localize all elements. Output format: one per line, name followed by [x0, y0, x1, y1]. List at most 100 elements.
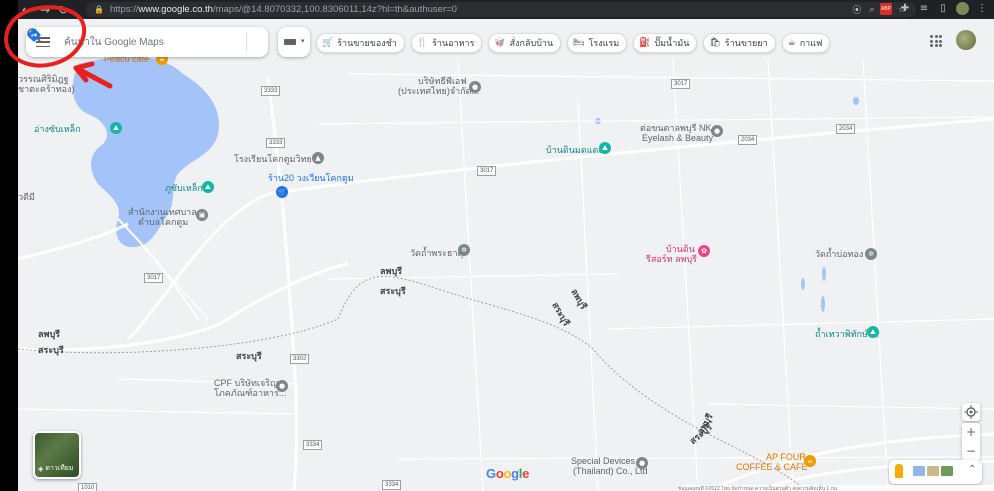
place-label[interactable]: โภคภัณฑ์อาหาร... [214, 388, 286, 398]
beauty-pin-icon[interactable]: ● [711, 125, 723, 137]
zoom-out-button[interactable]: − [962, 442, 980, 461]
chip-coffee[interactable]: ☕ กาแฟ [781, 33, 831, 53]
lock-icon: 🔒 [94, 5, 104, 14]
place-label[interactable]: CPF บริษัทเจริญ [214, 378, 278, 388]
map-canvas[interactable]: 3333 3333 3017 3017 3017 2034 2034 3302 … [18, 19, 994, 491]
satellite-layer-button[interactable]: ◈ ดาวเทียม [33, 431, 81, 479]
reload-icon[interactable]: ↻ [54, 3, 72, 17]
location-icon[interactable]: ⦿ [852, 3, 861, 16]
profile-avatar[interactable] [956, 2, 969, 15]
place-label[interactable]: Eyelash & Beauty [642, 133, 713, 143]
place-label[interactable]: อ่างซับเหล็ก [34, 124, 81, 134]
place-label[interactable]: ชาตะคร้าทอง) [18, 84, 74, 94]
business-pin-icon[interactable]: ● [469, 81, 481, 93]
place-label[interactable]: บ้านดิน [666, 244, 695, 254]
place-label[interactable]: ถ้ำเทวาพิทักษ์ [815, 329, 868, 339]
road-shield: 3017 [144, 273, 164, 283]
browser-menu-icon[interactable]: ⋮ [976, 3, 988, 15]
temple-pin-icon[interactable]: ✲ [458, 244, 470, 256]
zoom-lens-icon[interactable]: ⌕ [869, 5, 874, 15]
zoom-controls: + − [962, 423, 980, 461]
place-label[interactable]: สำนักงานเทศบาล [128, 207, 197, 217]
shopping-bag-icon: 🛍 [709, 38, 721, 48]
temple-pin-icon[interactable]: ✲ [865, 248, 877, 260]
hotel-pin-icon[interactable]: ✿ [698, 245, 710, 257]
place-label[interactable]: COFFEE & CAFE [736, 462, 808, 472]
place-label[interactable]: วัดถ้ำพระธาตุ [410, 248, 463, 258]
place-label[interactable]: บริษัทธีพีเอฟ [418, 76, 467, 86]
forward-icon[interactable]: → [36, 3, 54, 17]
google-apps-icon[interactable] [930, 35, 942, 47]
school-pin-icon[interactable]: ▲ [312, 152, 324, 164]
place-label[interactable]: ภูซับเหล็ก [165, 183, 203, 193]
place-label[interactable]: ร้าน20 วงเวียนโคกตูม [268, 173, 354, 183]
fork-knife-icon: 🍴 [416, 38, 429, 48]
directions-icon[interactable] [26, 27, 42, 43]
road-shield: 1010 [78, 483, 98, 491]
gas-pump-icon: ⛽ [639, 38, 651, 48]
park-pin-icon[interactable]: ⛰ [867, 326, 879, 338]
province-label: สระบุรี [236, 351, 262, 361]
layers-panel: ⌃ [889, 460, 982, 484]
business-pin-icon[interactable]: ● [276, 380, 288, 392]
layers-toggle-button[interactable]: ▾ [278, 27, 310, 57]
place-label[interactable]: Special Devices [571, 456, 635, 466]
back-icon[interactable]: ← [18, 3, 36, 17]
chip-restaurant[interactable]: 🍴 ร้านอาหาร [410, 33, 483, 53]
zoom-in-button[interactable]: + [962, 423, 980, 442]
reading-list-icon[interactable]: ≡ [918, 3, 930, 15]
place-label[interactable]: วัดถ้ำบ่อทอง [815, 249, 863, 259]
bed-icon: 🛏 [573, 38, 585, 48]
terrain-layer-icon[interactable] [927, 466, 939, 476]
park-pin-icon[interactable]: ⛰ [202, 181, 214, 193]
government-pin-icon[interactable]: ▣ [196, 209, 208, 221]
chip-takeout[interactable]: 🥡 สั่งกลับบ้าน [488, 33, 562, 53]
road-shield: 3333 [266, 138, 286, 148]
road-shield: 2034 [836, 124, 856, 134]
cart-icon: 🛒 [322, 38, 334, 48]
chip-grocery[interactable]: 🛒 ร้านขายของชำ [316, 33, 405, 53]
crosshair-icon [964, 405, 978, 419]
shop-pin-icon[interactable]: 🛒 [276, 186, 288, 198]
place-label[interactable]: ตำบลโคกตูม [138, 217, 188, 227]
chevron-down-icon: ▾ [301, 37, 305, 45]
chip-gas[interactable]: ⛽ ปั๊มน้ำมัน [633, 33, 698, 53]
place-label[interactable]: วรรณศิริมิฎฐ [18, 74, 69, 84]
place-label[interactable]: บ้านดินมดแดง [546, 145, 603, 155]
url-text: https://www.google.co.th/maps/@14.807033… [109, 4, 457, 15]
search-input[interactable] [64, 34, 204, 50]
screen: ← → ↻ 🔒 https://www.google.co.th/maps/@1… [0, 0, 994, 491]
road-shield: 3017 [671, 79, 691, 89]
place-label[interactable]: รีสอร์ท ลพบุรี [646, 254, 697, 264]
business-pin-icon[interactable]: ● [636, 457, 648, 469]
chip-pharmacy[interactable]: 🛍 ร้านขายยา [703, 33, 776, 53]
province-label: สระบุรี [38, 345, 64, 355]
side-panel-icon[interactable]: ▯ [937, 3, 949, 15]
transit-layer-icon[interactable] [913, 466, 925, 476]
my-location-button[interactable] [962, 403, 980, 421]
pegman-icon[interactable] [895, 464, 903, 478]
account-avatar[interactable] [956, 30, 976, 50]
satellite-mini-icon[interactable] [941, 466, 953, 476]
layers-icon: ◈ [38, 465, 44, 473]
puzzle-extension-icon[interactable]: ✚ [899, 3, 911, 15]
place-label[interactable]: โรงเรียนโคกตูมวิทยา [234, 154, 317, 164]
address-bar[interactable]: 🔒 https://www.google.co.th/maps/@14.8070… [86, 2, 916, 17]
place-label[interactable]: AP FOUR [766, 452, 806, 462]
place-label[interactable]: (Thailand) Co., Ltd [573, 466, 648, 476]
road-shield: 3302 [290, 354, 310, 364]
browser-toolbar: ← → ↻ 🔒 https://www.google.co.th/maps/@1… [18, 0, 994, 19]
resort-pin-icon[interactable]: ⛰ [599, 142, 611, 154]
place-label[interactable]: วดีมี [18, 192, 35, 202]
chevron-up-icon[interactable]: ⌃ [968, 464, 976, 475]
road-shield: 3017 [477, 166, 497, 176]
road-shield: 3334 [382, 480, 402, 490]
adblock-extension-icon[interactable]: ABP [880, 2, 892, 15]
place-label[interactable]: (ประเทศไทย)จำกัด... [398, 86, 479, 96]
park-pin-icon[interactable]: ⛰ [110, 122, 122, 134]
map-footer: ข้อมูลแผนที่ ©2022 ไทย ข้อกำหนด ความเป็น… [678, 485, 994, 491]
road-shield: 2034 [738, 135, 758, 145]
cafe-pin-icon[interactable]: ☕ [804, 455, 816, 467]
chip-hotel[interactable]: 🛏 โรงแรม [567, 33, 628, 53]
place-label[interactable]: ต่อขนตาลพบุรี NK. [640, 123, 714, 133]
